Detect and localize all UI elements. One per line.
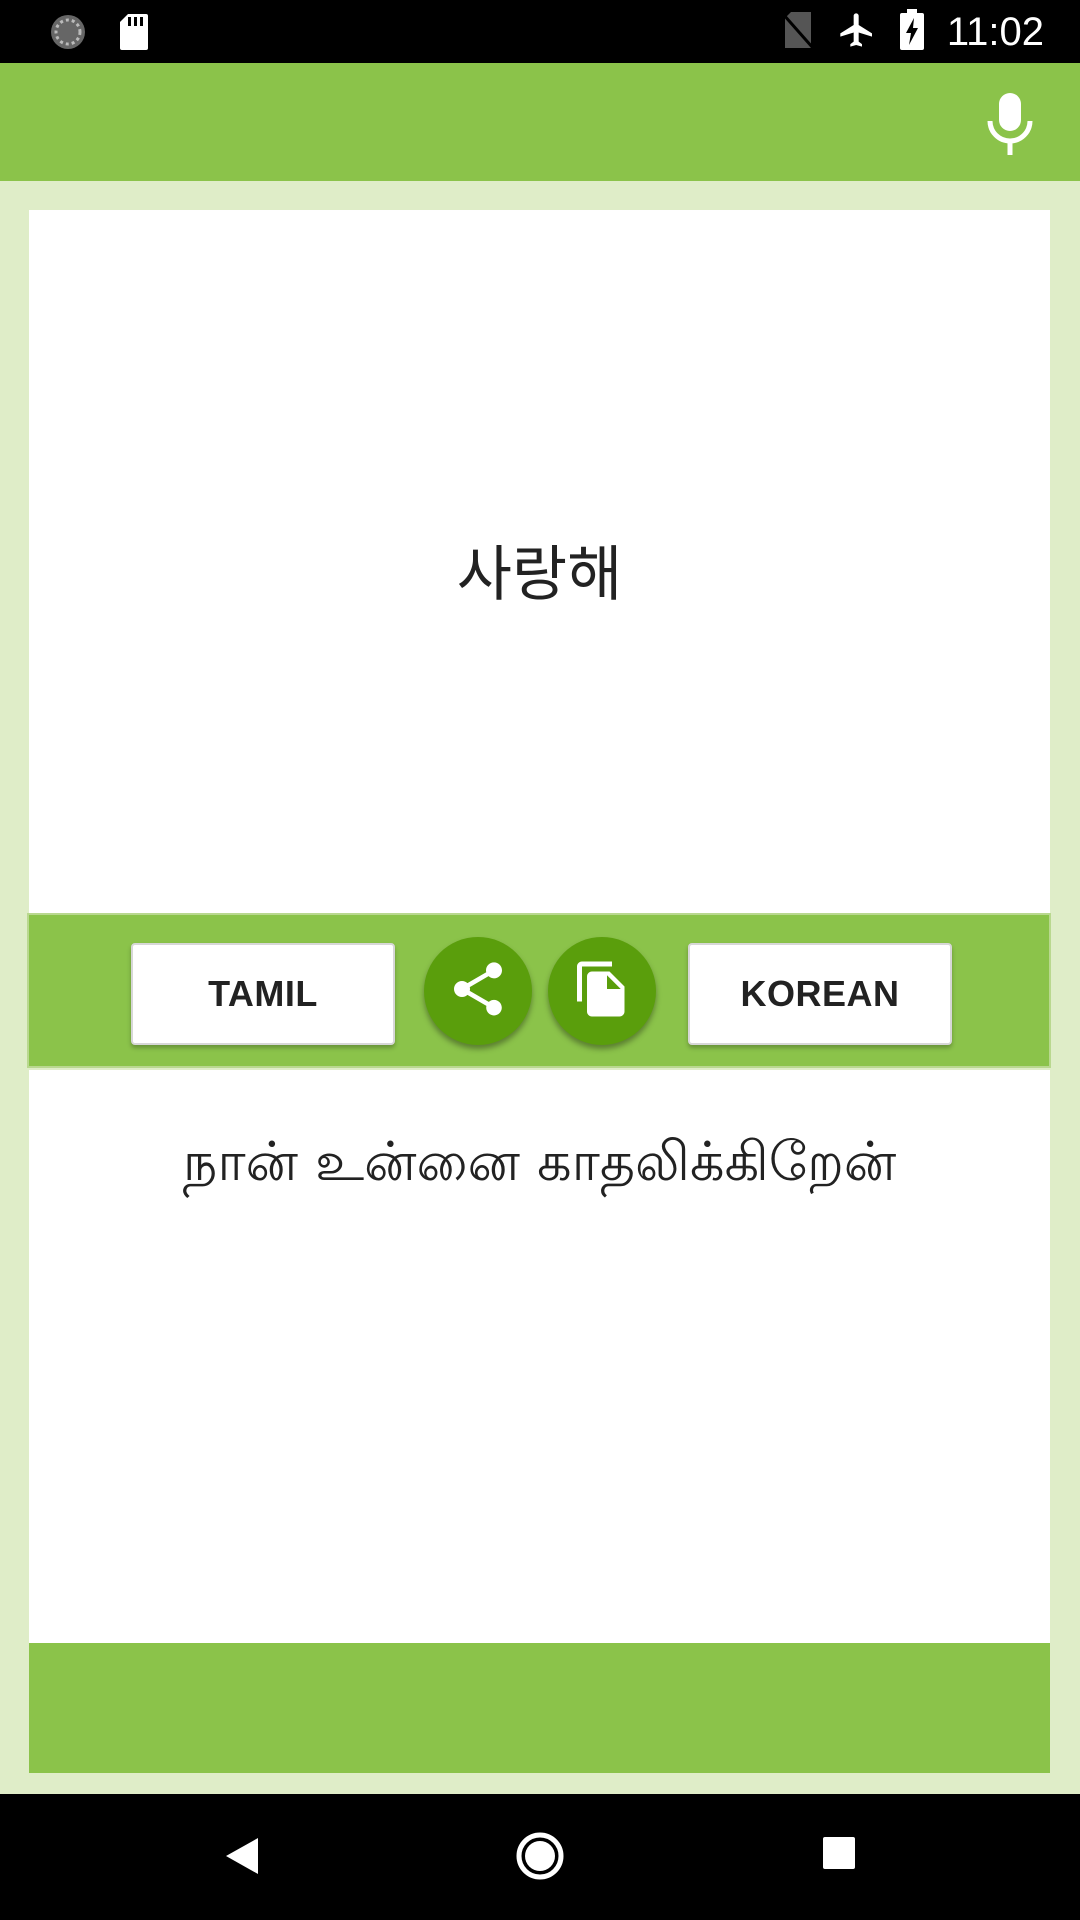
source-language-button[interactable]: TAMIL <box>131 943 395 1045</box>
sync-icon <box>48 12 88 57</box>
recent-apps-icon[interactable] <box>822 1836 856 1875</box>
translation-text-panel[interactable]: நான் உன்னை காதலிக்கிறேன் <box>29 1070 1050 1644</box>
language-controls: TAMIL KOREAN <box>27 913 1051 1068</box>
home-icon[interactable] <box>514 1830 566 1887</box>
copy-button[interactable] <box>548 937 656 1045</box>
navigation-bar <box>0 1794 1080 1920</box>
share-button[interactable] <box>424 937 532 1045</box>
source-text: 사랑해 <box>456 540 623 610</box>
status-bar: 11:02 <box>0 0 1080 63</box>
app-bar <box>0 63 1080 181</box>
target-language-button[interactable]: KOREAN <box>688 943 952 1045</box>
back-icon[interactable] <box>222 1834 262 1883</box>
no-sim-icon <box>781 10 815 55</box>
battery-charging-icon <box>899 8 925 56</box>
airplane-icon <box>837 10 877 55</box>
translated-text: நான் உன்னை காதலிக்கிறேன் <box>182 1130 897 1193</box>
copy-icon <box>572 959 632 1024</box>
ad-banner-area <box>29 1643 1050 1773</box>
sd-card-icon <box>118 12 150 57</box>
status-time: 11:02 <box>946 10 1044 54</box>
source-text-panel[interactable]: 사랑해 <box>29 210 1050 913</box>
microphone-icon[interactable] <box>984 91 1036 157</box>
share-icon <box>446 957 510 1026</box>
